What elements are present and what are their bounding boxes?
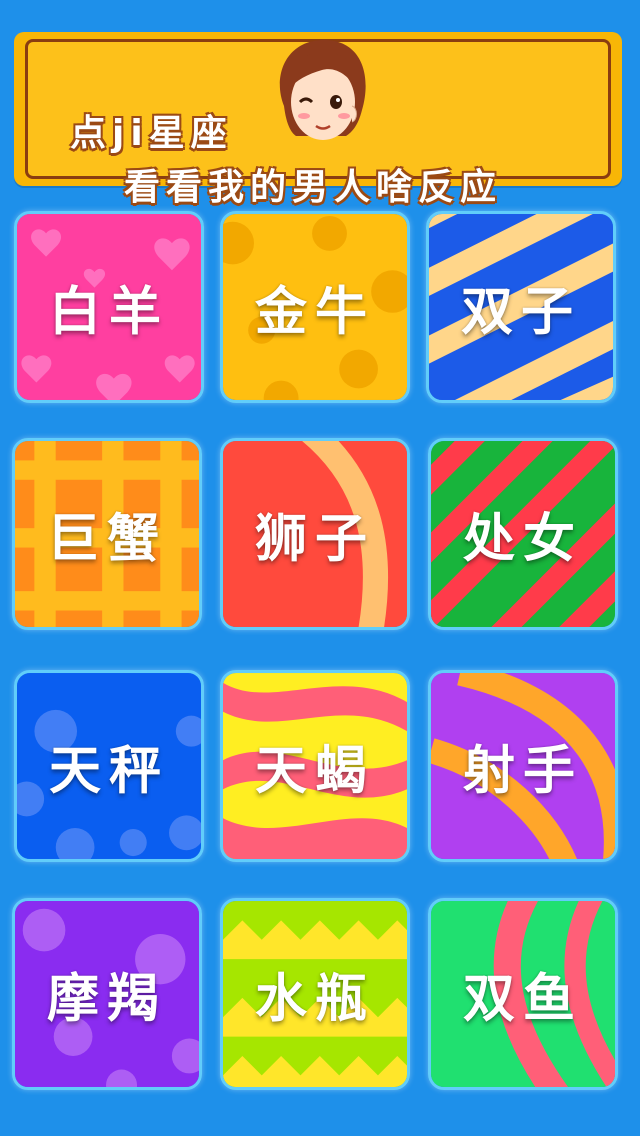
sign-label: 白羊 [48, 282, 169, 343]
sign-label: 天蝎 [254, 741, 375, 802]
sign-tile-aquarius[interactable]: 水瓶 [220, 898, 410, 1090]
sign-label: 水瓶 [254, 969, 375, 1030]
sign-tile-sagittarius[interactable]: 射手 [428, 670, 618, 862]
sign-tile-leo[interactable]: 狮子 [220, 438, 410, 630]
sign-tile-capricorn[interactable]: 摩羯 [12, 898, 202, 1090]
sign-label: 巨蟹 [46, 509, 167, 570]
banner-title-line2: 看看我的男人啥反应 [124, 167, 503, 208]
sign-label: 天秤 [48, 741, 169, 802]
sign-tile-virgo[interactable]: 处女 [428, 438, 618, 630]
banner-title-line1: 点ji星座 [70, 113, 233, 154]
sign-label: 狮子 [254, 509, 375, 570]
sign-label: 处女 [462, 509, 583, 570]
sign-label: 金牛 [254, 282, 375, 343]
sign-tile-gemini[interactable]: 双子 [426, 211, 616, 403]
sign-tile-aries[interactable]: 白羊 [14, 211, 204, 403]
sign-label: 双子 [460, 282, 581, 343]
sign-label: 双鱼 [462, 969, 583, 1030]
girl-avatar-icon [279, 40, 366, 140]
sign-tile-libra[interactable]: 天秤 [14, 670, 204, 862]
title-banner: 点ji星座 看看我的男人啥反应 [14, 32, 622, 208]
sign-tile-cancer[interactable]: 巨蟹 [12, 438, 202, 630]
sign-tile-taurus[interactable]: 金牛 [220, 211, 410, 403]
sign-tile-scorpio[interactable]: 天蝎 [220, 670, 410, 862]
sign-tile-pisces[interactable]: 双鱼 [428, 898, 618, 1090]
sign-label: 射手 [462, 741, 583, 802]
sign-label: 摩羯 [46, 969, 167, 1030]
